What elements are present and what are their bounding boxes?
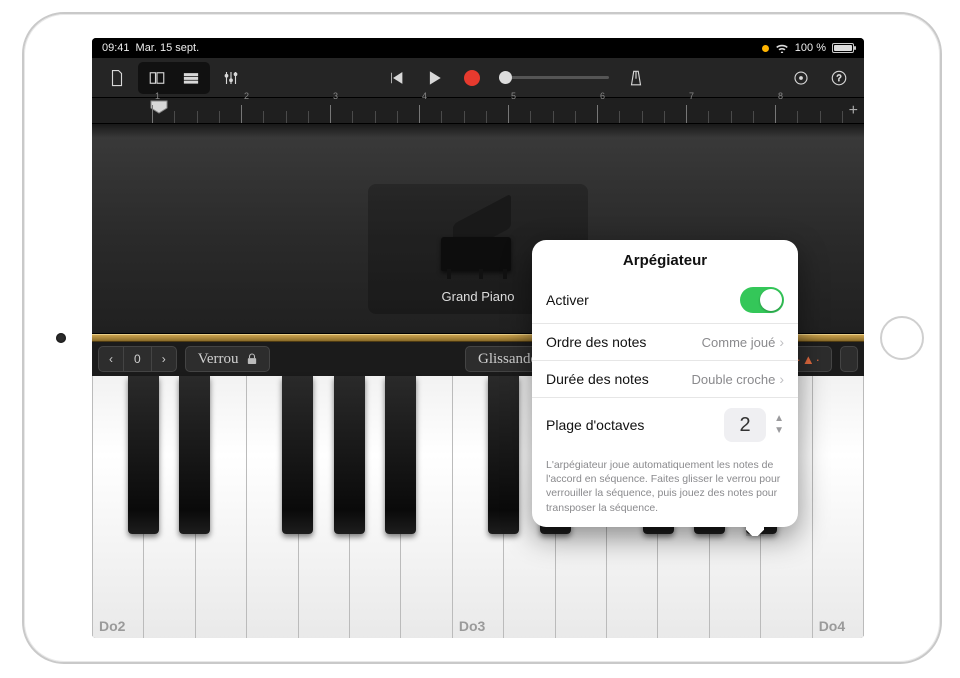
screen: 09:41 Mar. 15 sept. 100 %: [92, 38, 864, 638]
lock-icon: [247, 353, 257, 365]
white-key[interactable]: [196, 376, 247, 638]
loop-browser-button[interactable]: [174, 64, 208, 92]
keyboard-layout-button[interactable]: [840, 346, 858, 372]
octave-up-button[interactable]: ›: [151, 347, 176, 371]
status-bar: 09:41 Mar. 15 sept. 100 %: [92, 38, 864, 58]
enable-toggle[interactable]: [740, 287, 784, 313]
white-key[interactable]: [247, 376, 298, 638]
octave-range-value: 2: [724, 408, 766, 442]
view-group: [138, 62, 210, 94]
master-volume-slider[interactable]: [493, 64, 615, 92]
help-button[interactable]: ?: [822, 64, 856, 92]
record-icon: [464, 70, 480, 86]
enable-label: Activer: [546, 292, 589, 308]
toolbar: ?: [92, 58, 864, 98]
white-key[interactable]: [144, 376, 195, 638]
octave-value: 0: [123, 347, 151, 371]
battery-icon: [832, 43, 854, 53]
record-button[interactable]: [455, 64, 489, 92]
status-time: 09:41: [102, 42, 130, 54]
play-button[interactable]: [417, 64, 451, 92]
white-key[interactable]: [350, 376, 401, 638]
note-order-value: Comme joué: [702, 335, 776, 350]
glissando-label: Glissando: [478, 351, 538, 368]
octave-down-button[interactable]: ‹: [99, 347, 123, 371]
octave-stepper: ‹ 0 ›: [98, 346, 177, 372]
white-key[interactable]: Do2: [92, 376, 144, 638]
grand-piano-icon: [433, 209, 523, 279]
location-indicator-icon: [762, 45, 769, 52]
white-key[interactable]: Do4: [813, 376, 864, 638]
home-button[interactable]: [880, 316, 924, 360]
sustain-lock-button[interactable]: Verrou: [185, 346, 270, 372]
enable-row: Activer: [532, 277, 798, 323]
chevron-right-icon: ›: [779, 371, 784, 387]
svg-text:?: ?: [836, 73, 841, 83]
octave-range-row: Plage d'octaves 2 ▲ ▼: [532, 398, 798, 452]
rewind-button[interactable]: [379, 64, 413, 92]
instrument-name: Grand Piano: [442, 289, 515, 304]
battery-percent: 100 %: [795, 42, 826, 54]
wifi-icon: [775, 43, 789, 53]
chevron-right-icon: ›: [779, 334, 784, 350]
ipad-frame: 09:41 Mar. 15 sept. 100 %: [22, 12, 942, 664]
status-date: Mar. 15 sept.: [136, 42, 200, 54]
octave-range-up[interactable]: ▲: [774, 414, 784, 424]
octave-range-label: Plage d'octaves: [546, 417, 644, 433]
note-length-value: Double croche: [692, 372, 776, 387]
popover-description: L'arpégiateur joue automatiquement les n…: [532, 452, 798, 517]
timeline-ruler[interactable]: 12345678 +: [92, 98, 864, 124]
note-order-row[interactable]: Ordre des notes Comme joué ›: [532, 324, 798, 360]
white-key[interactable]: [401, 376, 452, 638]
octave-range-down[interactable]: ▼: [774, 426, 784, 436]
metronome-button[interactable]: [619, 64, 653, 92]
settings-button[interactable]: [784, 64, 818, 92]
note-order-label: Ordre des notes: [546, 334, 646, 350]
arpeggiator-icon: ·▲·: [796, 352, 821, 367]
projects-button[interactable]: [100, 64, 134, 92]
verrou-label: Verrou: [198, 351, 239, 368]
note-length-label: Durée des notes: [546, 371, 649, 387]
note-length-row[interactable]: Durée des notes Double croche ›: [532, 361, 798, 397]
front-camera: [56, 333, 66, 343]
tracks-view-button[interactable]: [140, 64, 174, 92]
white-key[interactable]: Do3: [453, 376, 504, 638]
mixer-button[interactable]: [214, 64, 248, 92]
white-key[interactable]: [299, 376, 350, 638]
arpeggiator-popover: Arpégiateur Activer Ordre des notes Comm…: [532, 240, 798, 527]
add-section-button[interactable]: +: [849, 102, 858, 120]
popover-title: Arpégiateur: [532, 252, 798, 269]
